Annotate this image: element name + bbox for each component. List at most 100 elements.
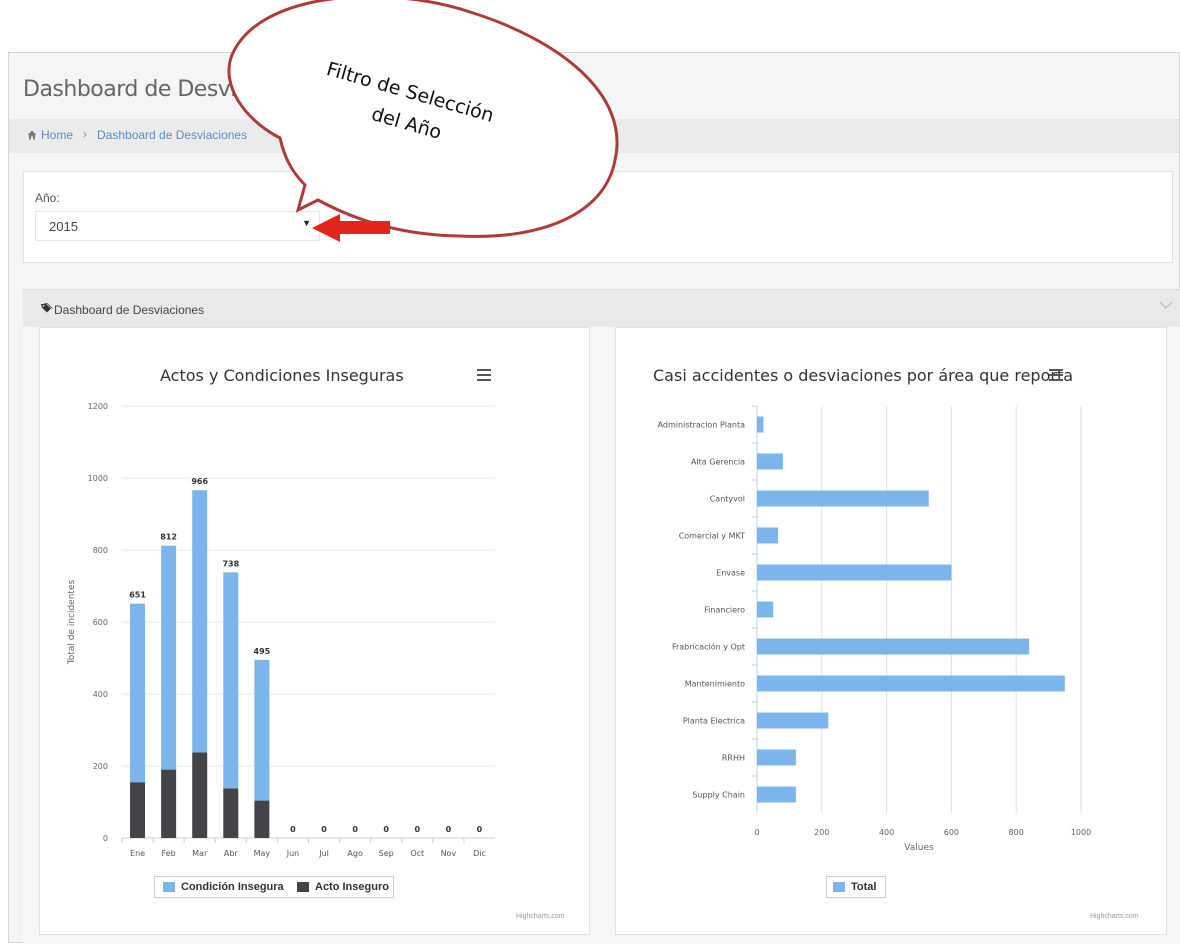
legend-item-condicion[interactable]: Condición Insegura [163, 881, 284, 893]
x-tick-label: Jun [286, 849, 300, 858]
dashboard-page: Dashboard de Desviaciones Home › Dashboa… [8, 52, 1180, 944]
data-label: 0 [290, 825, 296, 834]
bar-acto-inseguro [161, 769, 177, 838]
breadcrumb-home-link[interactable]: Home [41, 128, 73, 142]
legend-item-acto[interactable]: Acto Inseguro [297, 881, 389, 893]
x-tick-label: 200 [814, 828, 829, 837]
legend-item-total[interactable]: Total [833, 881, 876, 893]
chart1-plot: 0 200 400 600 800 1000 1200 Ene 651 Feb 812 Mar 966 A… [67, 402, 495, 858]
unsafe-acts-chart: Actos y Condiciones Inseguras 0 200 400 600… [39, 327, 590, 935]
bar-total [757, 712, 829, 729]
x-tick-label: May [254, 849, 271, 858]
chevron-down-icon[interactable] [1159, 300, 1173, 310]
bar-total [757, 527, 779, 544]
y-tick-label: Planta Electrica [683, 717, 745, 726]
y-tick-label: Mantenimiento [685, 680, 745, 689]
legend-label: Condición Insegura [181, 881, 284, 893]
bar-condicion-insegura [161, 545, 177, 770]
chart1-legend: Condición Insegura Acto Inseguro [154, 876, 394, 898]
x-tick-label: 600 [944, 828, 959, 837]
page-title: Dashboard de Desviaciones [23, 77, 317, 102]
x-tick-label: 400 [879, 828, 894, 837]
data-label: 0 [352, 825, 358, 834]
x-tick-label: 800 [1009, 828, 1024, 837]
x-tick-label: Sep [379, 849, 394, 858]
tag-icon [41, 303, 53, 313]
dropdown-arrow-icon: ▼ [302, 218, 311, 228]
year-select[interactable]: 2015 ▼ [35, 211, 320, 241]
bar-total [757, 749, 796, 766]
data-label: 0 [321, 825, 327, 834]
year-select-value: 2015 [49, 219, 78, 234]
dashboard-panel-header[interactable]: Dashboard de Desviaciones [23, 289, 1180, 328]
bar-condicion-insegura [192, 490, 208, 753]
bar-total [757, 675, 1065, 692]
data-label: 0 [383, 825, 389, 834]
bar-total [757, 786, 796, 803]
y-tick-label: Alta Gerencia [691, 458, 745, 467]
x-tick-label: Jul [318, 849, 329, 858]
y-tick-label: Administracion Planta [658, 421, 746, 430]
year-filter-label: Año: [35, 191, 60, 205]
area-report-chart: Casi accidentes o desviaciones por área … [615, 327, 1167, 935]
year-filter-box: Año: 2015 ▼ [23, 171, 1173, 263]
y-tick-label: 200 [93, 762, 108, 771]
data-label: 0 [446, 825, 452, 834]
y-tick-label: Comercial y MKT [679, 532, 745, 541]
x-tick-label: Feb [162, 849, 176, 858]
y-tick-label: 1000 [88, 474, 108, 483]
chart-credit[interactable]: Highcharts.com [1090, 913, 1139, 920]
data-label: 812 [160, 533, 177, 542]
chart-credit[interactable]: Highcharts.com [516, 913, 565, 920]
x-tick-label: 1000 [1071, 828, 1091, 837]
y-tick-label: 400 [93, 690, 108, 699]
legend-label: Acto Inseguro [315, 881, 389, 893]
bar-total [757, 416, 764, 433]
legend-swatch [833, 882, 845, 892]
dashboard-panel-body: Actos y Condiciones Inseguras 0 200 400 600… [23, 327, 1180, 944]
y-tick-label: Financiero [704, 606, 745, 615]
data-label: 0 [415, 825, 421, 834]
y-axis-title: Total de incidentes [67, 580, 77, 666]
y-tick-label: 800 [93, 546, 108, 555]
y-tick-label: 0 [103, 834, 108, 843]
bar-condicion-insegura [254, 659, 270, 801]
bar-total [757, 453, 783, 470]
bar-acto-inseguro [192, 752, 208, 838]
x-tick-label: Mar [192, 849, 208, 858]
y-tick-label: Envase [716, 569, 745, 578]
x-tick-label: Abr [224, 849, 239, 858]
title-bar: Dashboard de Desviaciones [9, 53, 1179, 119]
bar-total [757, 638, 1030, 655]
chart2-plot: 0 200 400 600 800 1000 Administracion Planta Al… [658, 405, 1091, 853]
x-tick-label: Nov [441, 849, 457, 858]
y-tick-label: RRHH [722, 754, 745, 763]
data-label: 738 [222, 559, 239, 568]
bar-total [757, 490, 929, 507]
y-tick-label: Cantyvol [710, 495, 745, 504]
home-icon [27, 130, 37, 140]
bar-acto-inseguro [254, 800, 270, 838]
bar-total [757, 601, 774, 618]
chart2-legend: Total [826, 876, 886, 898]
y-tick-label: 600 [93, 618, 108, 627]
breadcrumb-separator: › [83, 127, 87, 141]
data-label: 651 [129, 591, 146, 600]
x-tick-label: Dic [473, 849, 486, 858]
data-label: 966 [191, 477, 208, 486]
x-tick-label: Ago [347, 849, 363, 858]
legend-swatch [163, 882, 175, 892]
x-tick-label: Ene [130, 849, 145, 858]
panel-title: Dashboard de Desviaciones [54, 303, 205, 317]
bar-acto-inseguro [130, 782, 146, 838]
data-label: 0 [477, 825, 483, 834]
x-tick-label: Oct [410, 849, 424, 858]
breadcrumb: Home › Dashboard de Desviaciones [9, 119, 1179, 153]
legend-label: Total [851, 881, 877, 893]
y-tick-label: Frabricación y Opt [672, 642, 745, 652]
x-axis-title: Values [904, 843, 934, 853]
y-tick-label: Supply Chain [692, 791, 745, 800]
y-tick-label: 1200 [88, 402, 108, 411]
breadcrumb-current-link[interactable]: Dashboard de Desviaciones [97, 128, 247, 142]
bar-acto-inseguro [223, 788, 239, 838]
